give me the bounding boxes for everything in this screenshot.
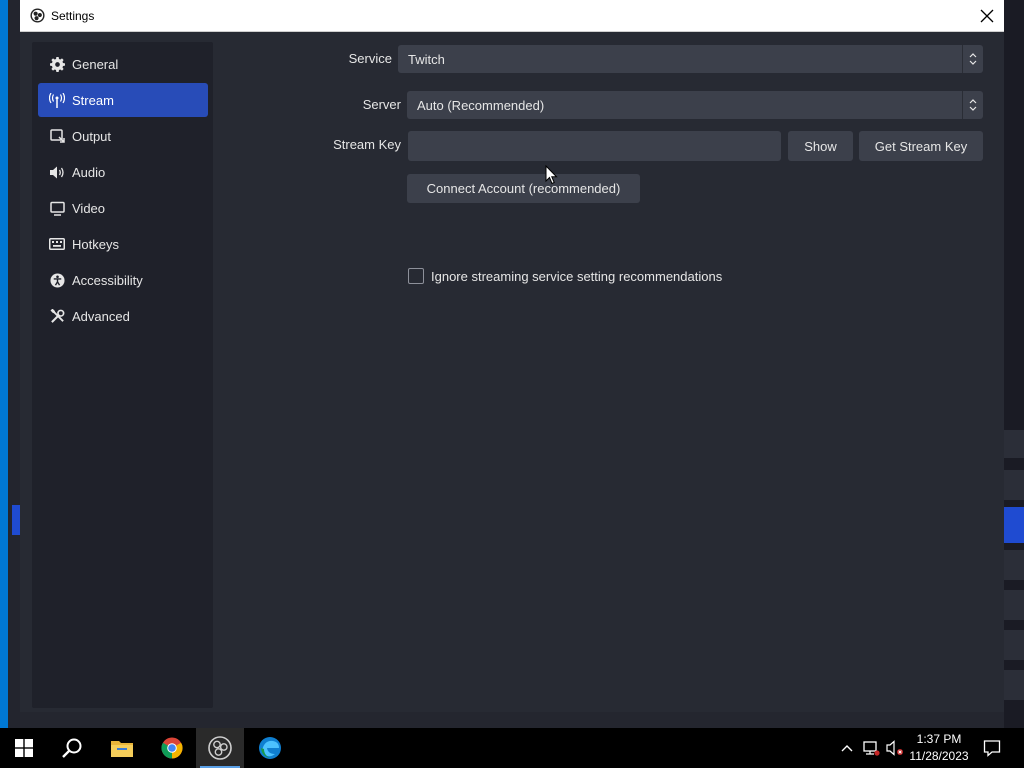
window-title: Settings <box>51 9 95 23</box>
sidebar-item-label: Output <box>72 128 112 144</box>
sidebar-item-advanced[interactable]: Advanced <box>38 299 208 333</box>
settings-dialog: Settings General Stream Output Audio Vid… <box>20 0 1004 728</box>
main-window-button-2 <box>1004 550 1024 580</box>
sidebar-item-hotkeys[interactable]: Hotkeys <box>38 227 208 261</box>
connect-account-button[interactable]: Connect Account (recommended) <box>407 174 640 203</box>
taskbar-file-explorer[interactable] <box>98 728 146 768</box>
search-icon <box>62 738 82 758</box>
show-button[interactable]: Show <box>788 131 853 161</box>
main-window-selected-item <box>12 505 20 535</box>
main-window-panel-button <box>1004 470 1024 500</box>
sidebar-item-label: General <box>72 56 119 72</box>
obs-icon <box>208 736 232 760</box>
taskbar-clock[interactable]: 1:37 PM 11/28/2023 <box>906 731 972 765</box>
clock-time: 1:37 PM <box>916 732 962 746</box>
taskbar-obs[interactable] <box>196 728 244 768</box>
taskbar-edge[interactable] <box>246 728 294 768</box>
main-window-left-edge <box>8 0 20 728</box>
service-select[interactable]: Twitch <box>398 45 983 73</box>
output-icon <box>46 128 68 144</box>
service-label: Service <box>348 51 392 66</box>
chevron-up-icon <box>841 745 853 752</box>
start-button[interactable] <box>0 728 48 768</box>
sidebar-item-label: Audio <box>72 164 106 180</box>
sidebar-item-output[interactable]: Output <box>38 119 208 153</box>
speaker-icon <box>46 165 68 180</box>
updown-chevron-icon <box>962 45 983 73</box>
stream-key-label: Stream Key <box>333 137 401 152</box>
sidebar-item-label: Stream <box>72 92 114 108</box>
main-window-combo <box>1004 430 1024 458</box>
updown-chevron-icon <box>962 91 983 119</box>
antenna-icon <box>46 92 68 108</box>
dialog-button-bar <box>20 712 1004 728</box>
chrome-icon <box>161 737 183 759</box>
sidebar-item-video[interactable]: Video <box>38 191 208 225</box>
show-hidden-icons-button[interactable] <box>838 728 856 768</box>
settings-sidebar: General Stream Output Audio Video Hotkey… <box>32 42 213 708</box>
tools-icon <box>46 308 68 324</box>
get-stream-key-button[interactable]: Get Stream Key <box>859 131 983 161</box>
main-window-active-button <box>1004 507 1024 543</box>
clock-date: 11/28/2023 <box>909 749 969 763</box>
main-window-settings-button <box>1004 590 1024 620</box>
server-select[interactable]: Auto (Recommended) <box>407 91 983 119</box>
notification-icon <box>983 740 1001 757</box>
accessibility-icon <box>46 272 68 288</box>
title-bar: Settings <box>20 0 1004 32</box>
taskbar: 1:37 PM 11/28/2023 <box>0 728 1024 768</box>
sidebar-item-general[interactable]: General <box>38 47 208 81</box>
sidebar-item-label: Accessibility <box>72 272 143 288</box>
sidebar-item-accessibility[interactable]: Accessibility <box>38 263 208 297</box>
monitor-icon <box>46 201 68 216</box>
sidebar-item-label: Video <box>72 200 106 216</box>
mouse-cursor-icon <box>545 165 558 185</box>
sidebar-item-label: Advanced <box>72 308 130 324</box>
main-window-button-4 <box>1004 670 1024 700</box>
notifications-button[interactable] <box>978 728 1006 768</box>
sidebar-item-stream[interactable]: Stream <box>38 83 208 117</box>
close-icon <box>980 9 994 22</box>
stream-key-input[interactable] <box>408 131 781 161</box>
ignore-recommendations-label: Ignore streaming service setting recomme… <box>431 269 723 284</box>
windows-start-icon <box>15 739 33 757</box>
server-label: Server <box>362 97 401 112</box>
keyboard-icon <box>46 238 68 250</box>
gear-icon <box>46 56 68 72</box>
ignore-recommendations-checkbox[interactable] <box>408 268 424 284</box>
network-tray-button[interactable] <box>860 728 882 768</box>
taskbar-search-button[interactable] <box>48 728 96 768</box>
volume-tray-button[interactable] <box>884 728 906 768</box>
sidebar-item-audio[interactable]: Audio <box>38 155 208 189</box>
sidebar-item-label: Hotkeys <box>72 236 119 252</box>
main-window-button-3 <box>1004 630 1024 660</box>
network-icon <box>863 741 880 756</box>
file-explorer-icon <box>111 741 133 757</box>
volume-muted-icon <box>886 740 903 756</box>
edge-icon <box>259 737 281 759</box>
close-button[interactable] <box>970 0 1004 31</box>
taskbar-chrome[interactable] <box>148 728 196 768</box>
obs-logo-icon <box>30 8 45 23</box>
